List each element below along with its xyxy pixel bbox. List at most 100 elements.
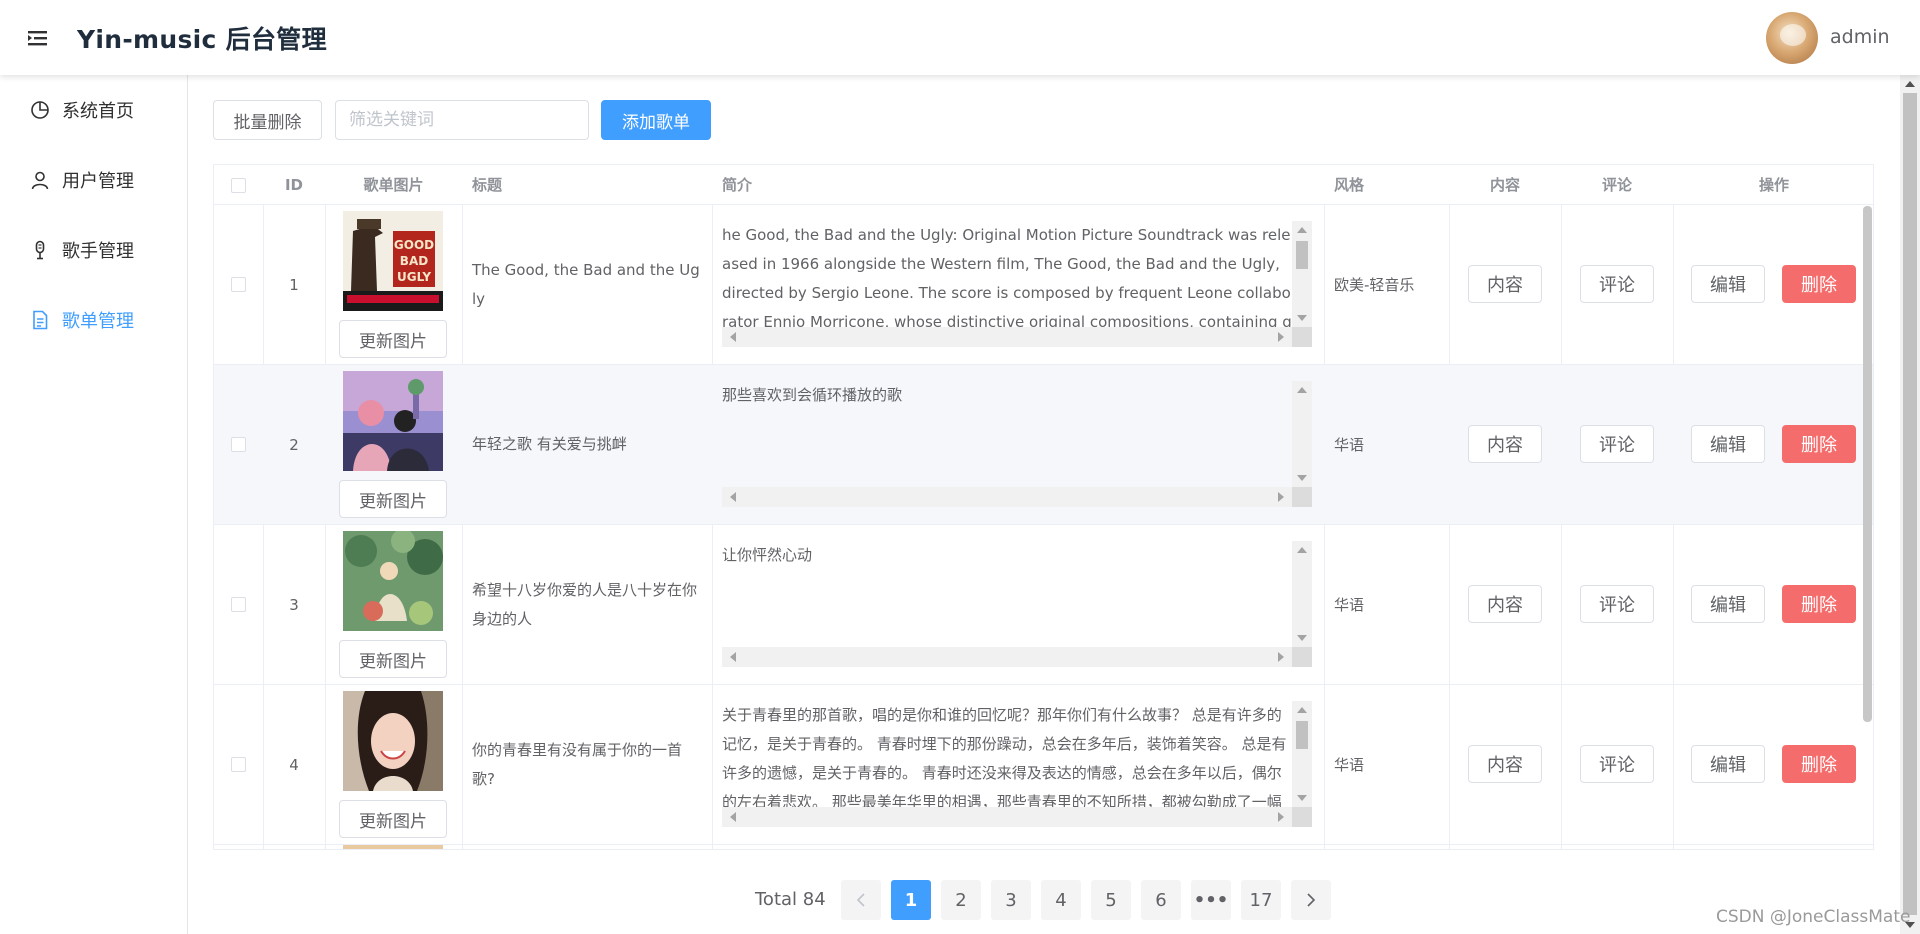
row-select xyxy=(214,685,263,844)
update-image-button[interactable]: 更新图片 xyxy=(339,480,447,518)
page-scrollbar[interactable] xyxy=(1900,75,1920,934)
watermark: CSDN @JoneClassMate xyxy=(1716,907,1911,927)
row-style: 华语 xyxy=(1324,685,1449,844)
row-image-cell: 更新图片 xyxy=(325,365,462,524)
row-id: 4 xyxy=(289,755,299,774)
content-button[interactable]: 内容 xyxy=(1468,745,1542,783)
table-scrollbar[interactable] xyxy=(1863,206,1872,722)
header-cell: 评论 xyxy=(1601,176,1632,194)
header-cell: 简介 xyxy=(722,176,753,194)
row-intro: 关于青春里的那首歌，唱的是你和谁的回忆呢？那年你们有什么故事？ 总是有许多的记忆… xyxy=(712,685,1324,844)
row-checkbox[interactable] xyxy=(231,437,246,452)
avatar[interactable] xyxy=(1766,12,1818,64)
sidebar-item-label: 歌单管理 xyxy=(62,311,134,332)
playlist-cover-image xyxy=(343,371,443,471)
table-row[interactable]: 2 更新图片 年轻之歌 有关爱与挑衅 那些喜欢到会循环播放的歌 华语 内容 评论… xyxy=(214,365,1873,525)
username[interactable]: admin xyxy=(1830,26,1890,48)
more-pages-button[interactable]: ••• xyxy=(1191,880,1231,920)
table-row[interactable]: 4 更新图片 你的青春里有没有属于你的一首歌? 关于青春里的那首歌，唱的是你和谁… xyxy=(214,685,1873,845)
delete-button[interactable]: 删除 xyxy=(1782,745,1856,783)
content-button[interactable]: 内容 xyxy=(1468,585,1542,623)
row-checkbox[interactable] xyxy=(231,757,246,772)
row-style: 欧美-轻音乐 xyxy=(1324,205,1449,364)
row-select xyxy=(214,205,263,364)
intro-textarea[interactable]: he Good, the Bad and the Ugly: Original … xyxy=(722,221,1312,347)
header-cell: 操作 xyxy=(1758,176,1789,194)
vertical-scrollbar[interactable] xyxy=(1292,381,1312,487)
horizontal-scrollbar[interactable] xyxy=(722,487,1292,507)
page-button[interactable]: 17 xyxy=(1241,880,1281,920)
vertical-scrollbar[interactable] xyxy=(1292,221,1312,327)
delete-button[interactable]: 删除 xyxy=(1782,265,1856,303)
intro-textarea[interactable]: 关于青春里的那首歌，唱的是你和谁的回忆呢？那年你们有什么故事？ 总是有许多的记忆… xyxy=(722,701,1312,827)
intro-textarea[interactable]: 让你怦然心动 xyxy=(722,541,1312,667)
document-icon xyxy=(30,310,50,330)
row-intro: he Good, the Bad and the Ugly: Original … xyxy=(712,205,1324,364)
horizontal-scrollbar[interactable] xyxy=(722,327,1292,347)
row-image-cell: GOOD BAD UGLY 更新图片 xyxy=(325,205,462,364)
intro-text: 关于青春里的那首歌，唱的是你和谁的回忆呢？那年你们有什么故事？ 总是有许多的记忆… xyxy=(722,706,1287,807)
header-cell: ID xyxy=(284,176,304,194)
update-image-button[interactable]: 更新图片 xyxy=(339,800,447,838)
next-page-button[interactable] xyxy=(1291,880,1331,920)
next-row-cover-edge xyxy=(343,845,443,849)
sidebar-item-playlists[interactable]: 歌单管理 xyxy=(0,292,187,348)
title-text: 希望十八岁你爱的人是八十岁在你身边的人 xyxy=(472,580,698,628)
sidebar-item-label: 系统首页 xyxy=(62,101,134,122)
header-cell xyxy=(214,165,263,205)
table-row[interactable]: 3 更新图片 希望十八岁你爱的人是八十岁在你身边的人 让你怦然心动 华语 内容 … xyxy=(214,525,1873,685)
add-playlist-button[interactable]: 添加歌单 xyxy=(601,100,711,140)
row-id: 2 xyxy=(289,435,299,454)
row-image-cell: 更新图片 xyxy=(325,685,462,844)
table-row[interactable]: 1 GOOD BAD UGLY 更新图片 The Good, the Bad a… xyxy=(214,205,1873,365)
page-button[interactable]: 2 xyxy=(941,880,981,920)
row-style: 华语 xyxy=(1324,365,1449,524)
edit-button[interactable]: 编辑 xyxy=(1691,745,1765,783)
edit-button[interactable]: 编辑 xyxy=(1691,585,1765,623)
sidebar-item-singers[interactable]: 歌手管理 xyxy=(0,222,187,278)
prev-page-button[interactable] xyxy=(841,880,881,920)
pagination-total: Total 84 xyxy=(755,889,826,910)
comment-button[interactable]: 评论 xyxy=(1580,265,1654,303)
horizontal-scrollbar[interactable] xyxy=(722,807,1292,827)
select-all-checkbox[interactable] xyxy=(231,177,246,193)
vertical-scrollbar[interactable] xyxy=(1292,541,1312,647)
intro-text: he Good, the Bad and the Ugly: Original … xyxy=(722,226,1292,327)
delete-button[interactable]: 删除 xyxy=(1782,585,1856,623)
menu-fold-icon[interactable] xyxy=(28,28,50,48)
row-checkbox[interactable] xyxy=(231,277,246,292)
sidebar-item-users[interactable]: 用户管理 xyxy=(0,152,187,208)
comment-button[interactable]: 评论 xyxy=(1580,745,1654,783)
page-button[interactable]: 4 xyxy=(1041,880,1081,920)
row-id: 1 xyxy=(289,275,299,294)
sidebar-item-dashboard[interactable]: 系统首页 xyxy=(0,82,187,138)
content-button[interactable]: 内容 xyxy=(1468,425,1542,463)
row-checkbox[interactable] xyxy=(231,597,246,612)
top-header: Yin-music 后台管理 admin xyxy=(0,0,1920,75)
edit-button[interactable]: 编辑 xyxy=(1691,265,1765,303)
batch-delete-button[interactable]: 批量删除 xyxy=(213,100,322,140)
content-button[interactable]: 内容 xyxy=(1468,265,1542,303)
row-image-cell: 更新图片 xyxy=(325,525,462,684)
update-image-button[interactable]: 更新图片 xyxy=(339,320,447,358)
header-cell: 内容 xyxy=(1489,176,1520,194)
page-button[interactable]: 5 xyxy=(1091,880,1131,920)
update-image-button[interactable]: 更新图片 xyxy=(339,640,447,678)
search-input[interactable] xyxy=(335,100,589,140)
comment-button[interactable]: 评论 xyxy=(1580,585,1654,623)
chevron-left-icon xyxy=(856,893,865,907)
page-button[interactable]: 1 xyxy=(891,880,931,920)
intro-textarea[interactable]: 那些喜欢到会循环播放的歌 xyxy=(722,381,1312,507)
page-button[interactable]: 6 xyxy=(1141,880,1181,920)
horizontal-scrollbar[interactable] xyxy=(722,647,1292,667)
edit-button[interactable]: 编辑 xyxy=(1691,425,1765,463)
intro-text: 让你怦然心动 xyxy=(722,546,813,564)
row-id: 3 xyxy=(289,595,299,614)
delete-button[interactable]: 删除 xyxy=(1782,425,1856,463)
sidebar-item-label: 用户管理 xyxy=(62,171,134,192)
comment-button[interactable]: 评论 xyxy=(1580,425,1654,463)
page-button[interactable]: 3 xyxy=(991,880,1031,920)
svg-text:UGLY: UGLY xyxy=(397,270,431,284)
svg-text:BAD: BAD xyxy=(400,254,428,268)
vertical-scrollbar[interactable] xyxy=(1292,701,1312,807)
